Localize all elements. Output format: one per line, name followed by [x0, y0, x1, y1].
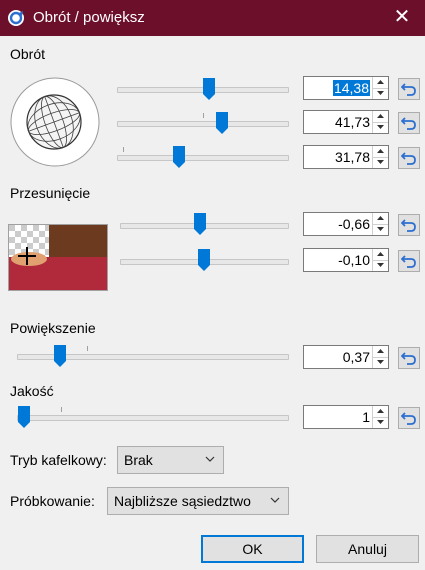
zoom-spinbox[interactable]: 0,37 — [303, 345, 389, 369]
rotation-sphere-widget[interactable] — [10, 77, 100, 167]
slider-tick — [123, 147, 124, 152]
pan-reset-button-1[interactable] — [398, 214, 420, 236]
window-title: Obrót / powiększ — [33, 9, 145, 26]
rotation-spinbox-1[interactable]: 14,38 — [303, 76, 389, 100]
chevron-down-icon — [205, 456, 215, 462]
spin-down-button[interactable] — [373, 122, 388, 133]
pan-value-2[interactable]: -0,10 — [338, 252, 370, 268]
pan-slider-2-thumb[interactable] — [197, 248, 211, 272]
quality-slider-track[interactable] — [17, 415, 289, 421]
rotation-value-3[interactable]: 31,78 — [335, 149, 370, 165]
quality-value[interactable]: 1 — [362, 409, 370, 425]
tiling-selected: Brak — [124, 452, 153, 468]
pan-label: Przesunięcie — [10, 185, 91, 201]
ok-button[interactable]: OK — [201, 535, 304, 563]
zoom-value[interactable]: 0,37 — [343, 349, 370, 365]
reset-arrow-icon — [401, 152, 416, 165]
quality-label: Jakość — [10, 383, 54, 399]
slider-tick — [87, 346, 88, 351]
rotation-slider-1-thumb[interactable] — [202, 77, 216, 101]
spin-down-button[interactable] — [373, 224, 388, 235]
rotation-slider-2-thumb[interactable] — [215, 111, 229, 135]
spin-down-button[interactable] — [373, 357, 388, 368]
sampling-label: Próbkowanie: — [10, 493, 95, 509]
pan-slider-1-thumb[interactable] — [193, 212, 207, 236]
tiling-label: Tryb kafelkowy: — [10, 452, 107, 468]
reset-arrow-icon — [401, 219, 416, 232]
quality-reset-button[interactable] — [398, 407, 420, 429]
spin-down-button[interactable] — [373, 157, 388, 168]
rotation-reset-button-3[interactable] — [398, 147, 420, 169]
rotation-label: Obrót — [10, 46, 46, 62]
quality-spinbox[interactable]: 1 — [303, 405, 389, 429]
rotation-slider-3-track[interactable] — [117, 155, 289, 161]
slider-tick — [203, 113, 204, 118]
reset-arrow-icon — [401, 352, 416, 365]
sampling-selected: Najbliższe sąsiedztwo — [114, 493, 251, 509]
reset-arrow-icon — [401, 83, 416, 96]
pan-spinbox-2[interactable]: -0,10 — [303, 248, 389, 272]
slider-tick — [61, 407, 62, 412]
rotation-spinbox-3[interactable]: 31,78 — [303, 145, 389, 169]
reset-arrow-icon — [401, 117, 416, 130]
app-icon — [7, 9, 25, 27]
tiling-dropdown[interactable]: Brak — [117, 446, 224, 474]
sampling-dropdown[interactable]: Najbliższe sąsiedztwo — [107, 487, 289, 515]
zoom-reset-button[interactable] — [398, 347, 420, 369]
close-button[interactable]: ✕ — [379, 0, 425, 36]
zoom-label: Powiększenie — [10, 320, 96, 336]
rotation-slider-3-thumb[interactable] — [172, 145, 186, 169]
reset-arrow-icon — [401, 255, 416, 268]
rotation-slider-2-track[interactable] — [117, 121, 289, 127]
cancel-button[interactable]: Anuluj — [316, 535, 419, 563]
rotation-reset-button-2[interactable] — [398, 112, 420, 134]
title-bar: Obrót / powiększ ✕ — [0, 0, 425, 36]
pan-value-1[interactable]: -0,66 — [338, 216, 370, 232]
rotation-value-1[interactable]: 14,38 — [332, 80, 370, 96]
rotation-value-2[interactable]: 41,73 — [335, 114, 370, 130]
rotation-reset-button-1[interactable] — [398, 78, 420, 100]
zoom-slider-thumb[interactable] — [53, 344, 67, 368]
pan-spinbox-1[interactable]: -0,66 — [303, 212, 389, 236]
pan-preview-image[interactable] — [8, 224, 108, 291]
spin-down-button[interactable] — [373, 88, 388, 99]
quality-slider-thumb[interactable] — [17, 405, 31, 429]
pan-reset-button-2[interactable] — [398, 250, 420, 272]
rotation-spinbox-2[interactable]: 41,73 — [303, 110, 389, 134]
spin-down-button[interactable] — [373, 260, 388, 271]
chevron-down-icon — [270, 497, 280, 503]
reset-arrow-icon — [401, 412, 416, 425]
spin-down-button[interactable] — [373, 417, 388, 428]
